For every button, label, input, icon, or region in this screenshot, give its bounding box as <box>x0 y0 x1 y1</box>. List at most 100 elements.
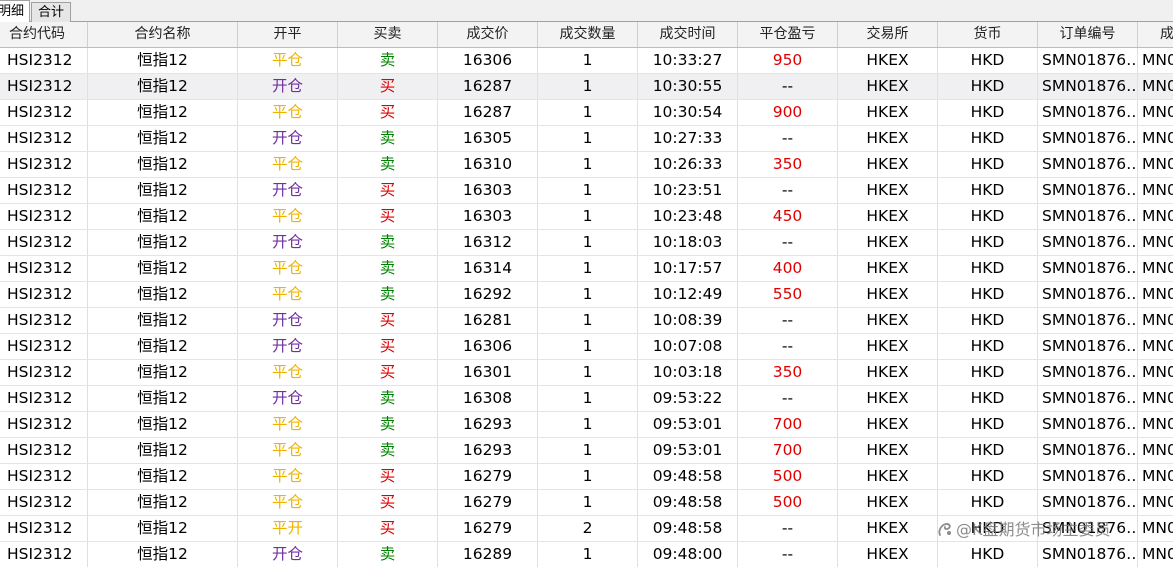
column-header-price[interactable]: 成交价 <box>438 22 538 47</box>
table-row[interactable]: HSI2312 恒指12 平仓买 16303 1 10:23:48 450 HKEX HKD SM… <box>0 204 1173 230</box>
cell-truncated: MN0 <box>1138 438 1173 463</box>
cell-contract-code: HSI2312 <box>0 74 88 99</box>
table-row[interactable]: HSI2312 恒指12 平仓卖 16292 1 10:12:49 550 HKEX HKD SM… <box>0 282 1173 308</box>
column-header-truncated[interactable]: 成 <box>1138 22 1173 47</box>
cell-time: 09:48:58 <box>638 516 738 541</box>
cell-close-pnl: -- <box>738 542 838 567</box>
watermark: @K盘期货市场主委员 <box>936 518 1111 542</box>
cell-exchange: HKEX <box>838 48 938 73</box>
cell-close-pnl: 500 <box>738 490 838 515</box>
cell-price: 16306 <box>438 48 538 73</box>
cell-price: 16301 <box>438 360 538 385</box>
cell-contract-code: HSI2312 <box>0 178 88 203</box>
cell-contract-code: HSI2312 <box>0 490 88 515</box>
cell-time: 09:53:22 <box>638 386 738 411</box>
cell-open-close: 开仓 <box>238 542 338 567</box>
cell-quantity: 1 <box>538 412 638 437</box>
cell-contract-code: HSI2312 <box>0 256 88 281</box>
column-header-buy-sell[interactable]: 买卖 <box>338 22 438 47</box>
column-header-close-pnl[interactable]: 平仓盈亏 <box>738 22 838 47</box>
cell-contract-name: 恒指12 <box>88 334 238 359</box>
cell-exchange: HKEX <box>838 74 938 99</box>
cell-exchange: HKEX <box>838 360 938 385</box>
cell-quantity: 1 <box>538 386 638 411</box>
table-row[interactable]: HSI2312 恒指12 平仓卖 16293 1 09:53:01 700 HKEX HKD SM… <box>0 412 1173 438</box>
cell-buy-sell: 买 <box>338 178 438 203</box>
cell-quantity: 1 <box>538 490 638 515</box>
cell-time: 09:53:01 <box>638 412 738 437</box>
cell-contract-code: HSI2312 <box>0 438 88 463</box>
table-row[interactable]: HSI2312 恒指12 平仓卖 16310 1 10:26:33 350 HKEX HKD SM… <box>0 152 1173 178</box>
column-header-quantity[interactable]: 成交数量 <box>538 22 638 47</box>
cell-close-pnl: 450 <box>738 204 838 229</box>
cell-time: 10:07:08 <box>638 334 738 359</box>
cell-open-close: 开仓 <box>238 230 338 255</box>
cell-quantity: 1 <box>538 542 638 567</box>
table-row[interactable]: HSI2312 恒指12 开仓卖 16308 1 09:53:22 -- HKEX HKD SMN… <box>0 386 1173 412</box>
cell-open-close: 平仓 <box>238 412 338 437</box>
cell-price: 16310 <box>438 152 538 177</box>
cell-currency: HKD <box>938 464 1038 489</box>
table-row[interactable]: HSI2312 恒指12 开仓买 16287 1 10:30:55 -- HKEX HKD SMN… <box>0 74 1173 100</box>
cell-truncated: MN0 <box>1138 204 1173 229</box>
column-header-order-id[interactable]: 订单编号 <box>1038 22 1138 47</box>
cell-time: 10:33:27 <box>638 48 738 73</box>
cell-time: 10:30:54 <box>638 100 738 125</box>
table-row[interactable]: HSI2312 恒指12 平仓卖 16293 1 09:53:01 700 HKEX HKD SM… <box>0 438 1173 464</box>
cell-currency: HKD <box>938 100 1038 125</box>
cell-exchange: HKEX <box>838 308 938 333</box>
cell-buy-sell: 卖 <box>338 230 438 255</box>
snowball-logo-icon <box>938 523 951 536</box>
cell-close-pnl: 350 <box>738 360 838 385</box>
column-header-time[interactable]: 成交时间 <box>638 22 738 47</box>
cell-buy-sell: 买 <box>338 308 438 333</box>
table-row[interactable]: HSI2312 恒指12 平仓卖 16306 1 10:33:27 950 HKEX HKD SM… <box>0 48 1173 74</box>
column-header-exchange[interactable]: 交易所 <box>838 22 938 47</box>
table-row[interactable]: HSI2312 恒指12 开仓卖 16289 1 09:48:00 -- HKEX HKD SMN… <box>0 542 1173 567</box>
table-row[interactable]: HSI2312 恒指12 平仓买 16279 1 09:48:58 500 HKEX HKD SM… <box>0 464 1173 490</box>
table-row[interactable]: HSI2312 恒指12 平仓买 16301 1 10:03:18 350 HKEX HKD SM… <box>0 360 1173 386</box>
tab-details[interactable]: 明细 <box>0 0 30 22</box>
table-row[interactable]: HSI2312 恒指12 开仓买 16306 1 10:07:08 -- HKEX HKD SMN… <box>0 334 1173 360</box>
cell-buy-sell: 买 <box>338 74 438 99</box>
cell-time: 10:18:03 <box>638 230 738 255</box>
column-header-currency[interactable]: 货币 <box>938 22 1038 47</box>
cell-close-pnl: 700 <box>738 438 838 463</box>
table-row[interactable]: HSI2312 恒指12 开仓买 16281 1 10:08:39 -- HKEX HKD SMN… <box>0 308 1173 334</box>
column-header-open-close[interactable]: 开平 <box>238 22 338 47</box>
cell-time: 10:30:55 <box>638 74 738 99</box>
cell-truncated: MN0 <box>1138 48 1173 73</box>
cell-order-id: SMN01876… <box>1038 126 1138 151</box>
cell-exchange: HKEX <box>838 256 938 281</box>
column-header-contract-code[interactable]: 合约代码 <box>0 22 88 47</box>
cell-exchange: HKEX <box>838 438 938 463</box>
column-header-contract-name[interactable]: 合约名称 <box>88 22 238 47</box>
cell-truncated: MN0 <box>1138 178 1173 203</box>
tab-summary[interactable]: 合计 <box>31 2 71 22</box>
cell-buy-sell: 买 <box>338 360 438 385</box>
table-row[interactable]: HSI2312 恒指12 开仓卖 16312 1 10:18:03 -- HKEX HKD SMN… <box>0 230 1173 256</box>
table-row[interactable]: HSI2312 恒指12 平仓买 16279 1 09:48:58 500 HKEX HKD SM… <box>0 490 1173 516</box>
table-row[interactable]: HSI2312 恒指12 开仓卖 16305 1 10:27:33 -- HKEX HKD SMN… <box>0 126 1173 152</box>
cell-close-pnl: 400 <box>738 256 838 281</box>
cell-contract-code: HSI2312 <box>0 360 88 385</box>
cell-currency: HKD <box>938 412 1038 437</box>
cell-time: 10:23:51 <box>638 178 738 203</box>
cell-buy-sell: 卖 <box>338 256 438 281</box>
cell-contract-name: 恒指12 <box>88 204 238 229</box>
cell-truncated: MN0 <box>1138 230 1173 255</box>
cell-order-id: SMN01876… <box>1038 152 1138 177</box>
cell-quantity: 1 <box>538 204 638 229</box>
cell-currency: HKD <box>938 360 1038 385</box>
table-row[interactable]: HSI2312 恒指12 平仓卖 16314 1 10:17:57 400 HKEX HKD SM… <box>0 256 1173 282</box>
cell-exchange: HKEX <box>838 178 938 203</box>
cell-order-id: SMN01876… <box>1038 74 1138 99</box>
cell-quantity: 1 <box>538 334 638 359</box>
table-row[interactable]: HSI2312 恒指12 平仓买 16287 1 10:30:54 900 HKEX HKD SM… <box>0 100 1173 126</box>
cell-order-id: SMN01876… <box>1038 542 1138 567</box>
cell-truncated: MN0 <box>1138 386 1173 411</box>
cell-contract-code: HSI2312 <box>0 308 88 333</box>
cell-time: 10:23:48 <box>638 204 738 229</box>
table-row[interactable]: HSI2312 恒指12 开仓买 16303 1 10:23:51 -- HKEX HKD SMN… <box>0 178 1173 204</box>
cell-buy-sell: 卖 <box>338 412 438 437</box>
